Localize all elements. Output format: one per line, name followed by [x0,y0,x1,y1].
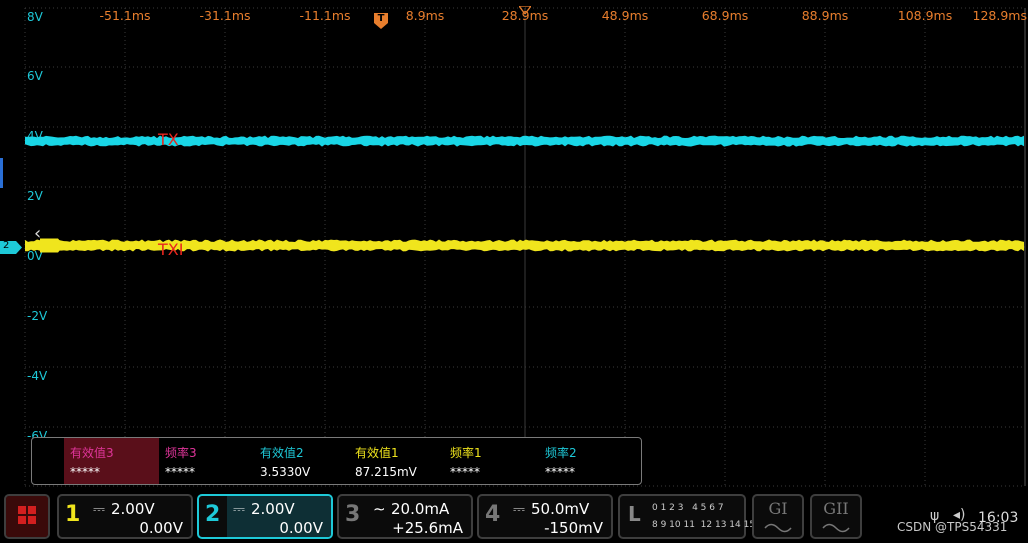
logic-label: L [628,502,641,526]
generator-2-label: GII [823,499,849,518]
channel-scale: 50.0mV [531,500,590,518]
logic-bits-row2: 8 9 10 11 12 13 14 15 [652,520,756,530]
measurement-item[interactable]: 有效值3 ***** [64,438,159,484]
control-bar: 1 ⎓ 2.00V 0.00V 2 ⎓ 2.00V 0.00V 3 ∼ 20.0mA +25.6mA 4… [0,490,1028,543]
measurement-name: 有效值2 [260,446,304,460]
measurement-name: 频率1 [450,446,482,460]
ch1-trace [25,238,1024,253]
measurement-item[interactable]: 频率3 ***** [159,438,254,484]
generator-2-button[interactable]: GII [810,494,862,539]
measurement-value: ***** [70,465,100,479]
channel-number: 1 [65,502,81,527]
channel-number: 4 [485,502,501,527]
logic-bits-row1: 0 1 2 3 4 5 6 7 [652,503,724,513]
sine-wave-icon [822,523,850,533]
channel-4-settings[interactable]: 4 ⎓ 50.0mV -150mV [477,494,613,539]
measurement-value: ***** [165,465,195,479]
generator-1-button[interactable]: GI [752,494,804,539]
channel-scale: 2.00V [251,500,295,518]
measurement-name: 频率3 [165,446,197,460]
logic-channel-button[interactable]: L 0 1 2 3 4 5 6 7 8 9 10 11 12 13 14 15 [618,494,755,539]
dc-coupling-icon: ⎓ [513,500,525,518]
measurement-name: 频率2 [545,446,577,460]
measurement-value: 3.5330V [260,465,311,479]
measurement-item[interactable]: 频率2 ***** [539,438,634,484]
channel-number: 3 [345,502,361,527]
measurement-item[interactable]: 频率1 ***** [444,438,539,484]
measurement-name: 有效值1 [355,446,399,460]
measurement-name: 有效值3 [70,446,114,460]
watermark: CSDN @TPS54331 [897,520,1008,534]
measurement-item[interactable]: 有效值2 3.5330V [254,438,349,484]
menu-grid-icon [6,496,48,537]
channel-1-settings[interactable]: 1 ⎓ 2.00V 0.00V [57,494,193,539]
measurement-panel: 有效值3 ***** 频率3 ***** 有效值2 3.5330V 有效值1 87.215mV… [31,437,642,485]
measurement-value: ***** [545,465,575,479]
sine-wave-icon [764,523,792,533]
channel-3-settings[interactable]: 3 ∼ 20.0mA +25.6mA [337,494,473,539]
generator-1-label: GI [768,499,788,518]
channel-scale: 2.00V [111,500,155,518]
measurement-value: 87.215mV [355,465,417,479]
txi-trace-label: TXI [158,239,184,259]
channel-number: 2 [205,502,221,527]
channel-offset: 0.00V [139,519,183,537]
channel-offset: +25.6mA [392,519,463,537]
menu-button[interactable] [4,494,50,539]
channel-offset: 0.00V [279,519,323,537]
measurement-value: ***** [450,465,480,479]
waveform-display[interactable]: -51.1ms -31.1ms -11.1ms 8.9ms 28.9ms 48.9ms 68… [0,0,1028,490]
channel-2-settings[interactable]: 2 ⎓ 2.00V 0.00V [197,494,333,539]
channel-offset: -150mV [544,519,603,537]
measurement-item[interactable]: 有效值1 87.215mV [349,438,444,484]
tx-trace-label: TX [158,130,179,150]
dc-coupling-icon: ⎓ [233,500,245,518]
ac-coupling-icon: ∼ [373,500,386,518]
dc-coupling-icon: ⎓ [93,500,105,518]
channel-scale: 20.0mA [391,500,450,518]
